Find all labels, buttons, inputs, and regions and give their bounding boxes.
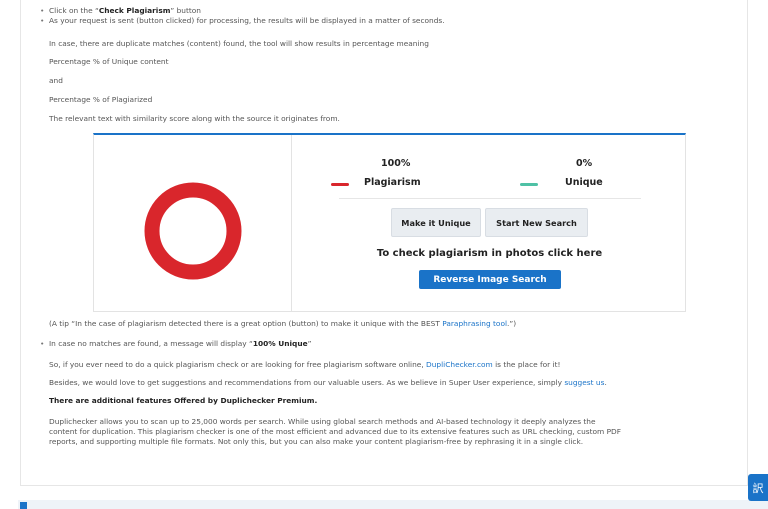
result-stats: 100% 0% Plagiarism Unique Make it Unique… xyxy=(293,135,686,312)
unique-message-bold: 100% Unique xyxy=(252,339,308,348)
plagiarism-result-box: 100% 0% Plagiarism Unique Make it Unique… xyxy=(93,133,686,312)
and-text: and xyxy=(49,76,63,85)
unique-percentage-text: Percentage % of Unique content xyxy=(49,57,169,66)
stats-divider xyxy=(339,198,641,199)
premium-paragraph-line-1: Duplichecker allows you to scan up to 25… xyxy=(49,417,596,426)
relevant-text: The relevant text with similarity score … xyxy=(49,114,340,123)
step-check-plagiarism: Click on the “Check Plagiarism” button xyxy=(40,6,201,16)
plagiarism-label: Plagiarism xyxy=(364,177,421,188)
paraphrasing-tool-link[interactable]: Paraphrasing tool xyxy=(442,319,507,328)
result-chart-cell xyxy=(94,135,292,312)
make-it-unique-button[interactable]: Make it Unique xyxy=(391,208,481,237)
duplichecker-link[interactable]: DupliChecker.com xyxy=(426,360,493,369)
step-request-sent: As your request is sent (button clicked)… xyxy=(40,16,445,26)
unique-legend-swatch xyxy=(520,183,538,186)
bottom-progress-marker xyxy=(20,502,27,509)
quick-check-text: So, if you ever need to do a quick plagi… xyxy=(49,360,561,369)
plagiarism-donut-chart xyxy=(144,182,242,280)
start-new-search-button[interactable]: Start New Search xyxy=(485,208,588,237)
content-panel: Click on the “Check Plagiarism” button A… xyxy=(20,0,748,486)
unique-percentage: 0% xyxy=(576,158,593,169)
plagiarism-percentage: 100% xyxy=(381,158,411,169)
check-plagiarism-bold: Check Plagiarism xyxy=(98,6,171,15)
plagiarized-percentage-text: Percentage % of Plagiarized xyxy=(49,95,153,104)
unique-label: Unique xyxy=(565,177,603,188)
photo-plagiarism-text: To check plagiarism in photos click here xyxy=(376,248,603,259)
premium-heading: There are additional features Offered by… xyxy=(49,396,318,405)
suggestions-text: Besides, we would love to get suggestion… xyxy=(49,378,607,387)
reverse-image-search-button[interactable]: Reverse Image Search xyxy=(419,270,561,289)
premium-paragraph-line-3: reports, and supporting multiple file fo… xyxy=(49,437,584,446)
premium-paragraph-line-2: content for duplication. This plagiarism… xyxy=(49,427,621,436)
plagiarism-legend-swatch xyxy=(331,183,349,186)
donut-slice-plagiarism xyxy=(144,182,242,280)
duplicate-matches-text: In case, there are duplicate matches (co… xyxy=(49,39,429,48)
tip-text: (A tip “In the case of plagiarism detect… xyxy=(49,319,517,328)
bottom-scroll-strip xyxy=(18,500,768,509)
no-match-item: In case no matches are found, a message … xyxy=(40,339,311,349)
translate-icon[interactable]: 訳 xyxy=(748,474,768,501)
suggest-us-link[interactable]: suggest us xyxy=(564,378,604,387)
